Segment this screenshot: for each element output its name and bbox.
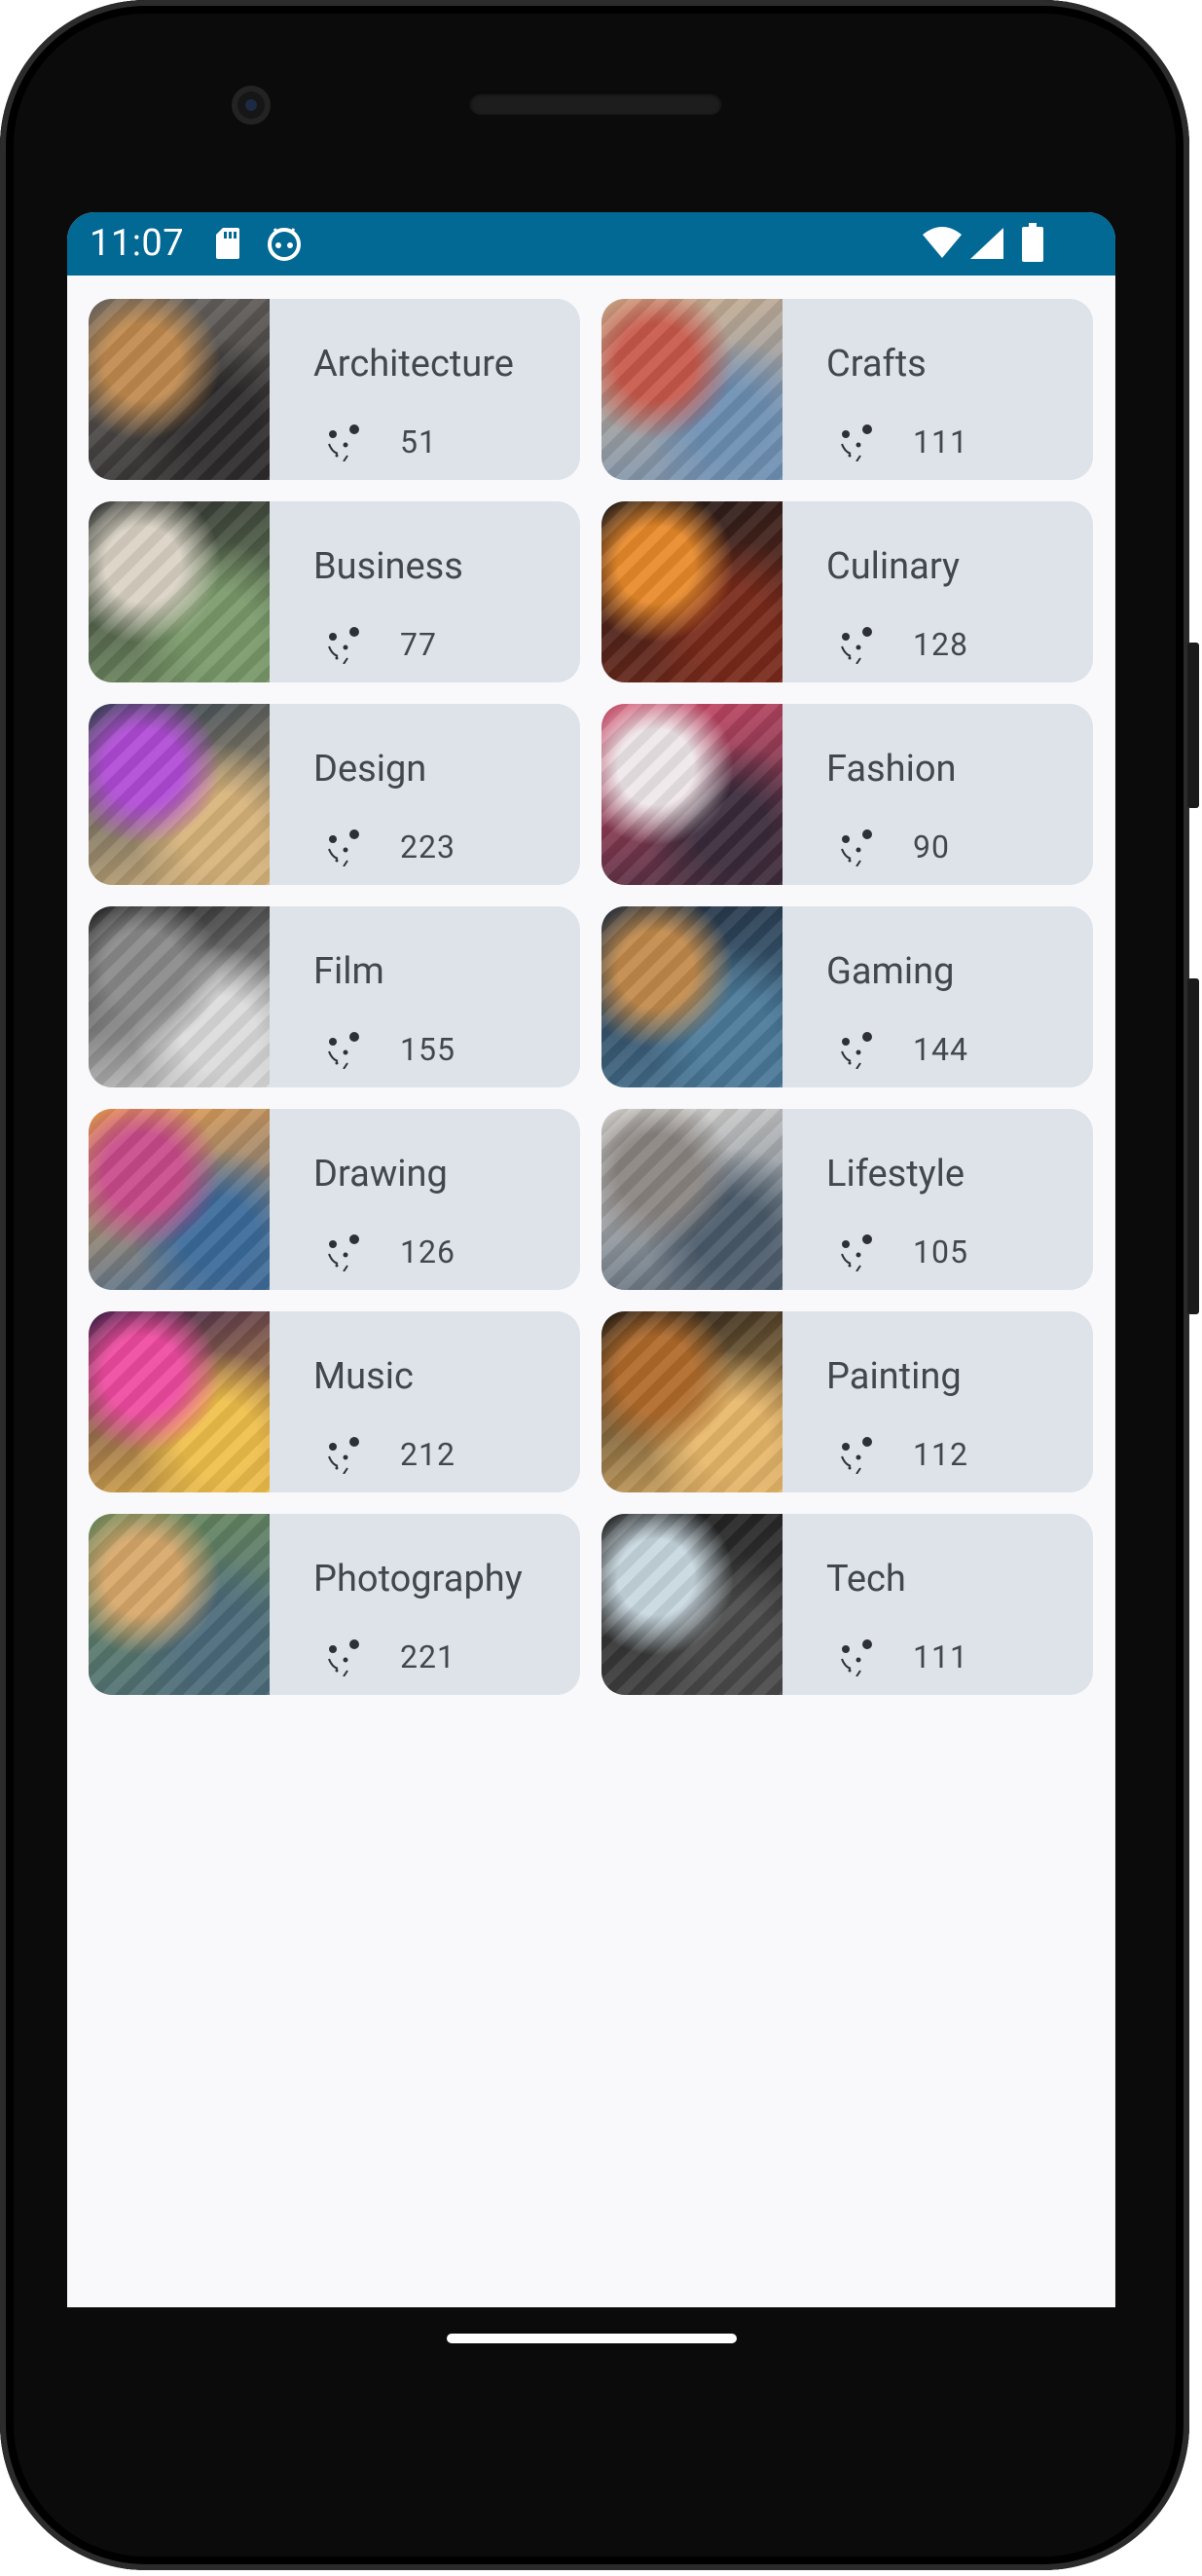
front-camera	[232, 86, 271, 125]
category-card-business[interactable]: Business 77	[89, 501, 580, 682]
category-title: Architecture	[313, 343, 514, 386]
category-title: Film	[313, 950, 384, 993]
category-title: Crafts	[826, 343, 927, 386]
category-card-drawing[interactable]: Drawing 126	[89, 1109, 580, 1290]
sparkles-icon	[841, 829, 872, 866]
category-thumbnail	[89, 1311, 270, 1492]
category-count: 128	[913, 626, 968, 663]
screen: 11:07 Architecture 51 Crafts 111 Business 77 C…	[67, 212, 1115, 2307]
category-thumbnail	[601, 299, 783, 480]
sparkles-icon	[841, 627, 872, 664]
category-count: 90	[913, 828, 950, 865]
category-count: 111	[913, 1638, 968, 1675]
category-thumbnail	[89, 1109, 270, 1290]
category-title: Gaming	[826, 950, 955, 993]
category-thumbnail	[601, 704, 783, 885]
sparkles-icon	[841, 1437, 872, 1474]
earpiece-speaker	[469, 92, 722, 115]
sparkles-icon	[841, 1639, 872, 1676]
category-thumbnail	[89, 1514, 270, 1695]
sparkles-icon	[328, 1639, 359, 1676]
category-title: Tech	[826, 1558, 906, 1601]
category-card-lifestyle[interactable]: Lifestyle 105	[601, 1109, 1093, 1290]
category-thumbnail	[601, 501, 783, 682]
sparkles-icon	[328, 424, 359, 461]
category-count: 212	[400, 1436, 455, 1473]
category-title: Painting	[826, 1355, 962, 1398]
category-grid: Architecture 51 Crafts 111 Business 77 Culinar…	[67, 212, 1115, 1965]
home-gesture-bar[interactable]	[447, 2334, 737, 2343]
power-button	[1187, 978, 1199, 1314]
category-thumbnail	[89, 704, 270, 885]
category-title: Fashion	[826, 748, 957, 791]
category-title: Drawing	[313, 1153, 448, 1196]
category-count: 111	[913, 423, 968, 460]
category-title: Business	[313, 545, 463, 588]
category-card-tech[interactable]: Tech 111	[601, 1514, 1093, 1695]
sparkles-icon	[841, 424, 872, 461]
category-card-gaming[interactable]: Gaming 144	[601, 906, 1093, 1087]
category-count: 51	[400, 423, 437, 460]
sparkles-icon	[328, 627, 359, 664]
category-title: Music	[313, 1355, 414, 1398]
category-card-culinary[interactable]: Culinary 128	[601, 501, 1093, 682]
category-count: 144	[913, 1031, 968, 1068]
volume-button	[1187, 643, 1199, 808]
category-card-painting[interactable]: Painting 112	[601, 1311, 1093, 1492]
category-title: Photography	[313, 1558, 523, 1601]
sparkles-icon	[841, 1234, 872, 1271]
category-count: 77	[400, 626, 437, 663]
category-count: 221	[400, 1638, 455, 1675]
category-count: 223	[400, 828, 455, 865]
category-thumbnail	[89, 501, 270, 682]
category-card-fashion[interactable]: Fashion 90	[601, 704, 1093, 885]
category-card-film[interactable]: Film 155	[89, 906, 580, 1087]
category-title: Lifestyle	[826, 1153, 965, 1196]
category-thumbnail	[89, 299, 270, 480]
category-thumbnail	[601, 906, 783, 1087]
category-title: Culinary	[826, 545, 961, 588]
category-title: Design	[313, 748, 427, 791]
category-count: 112	[913, 1436, 968, 1473]
sparkles-icon	[328, 1032, 359, 1069]
sparkles-icon	[328, 829, 359, 866]
category-count: 155	[400, 1031, 455, 1068]
category-card-crafts[interactable]: Crafts 111	[601, 299, 1093, 480]
category-thumbnail	[601, 1514, 783, 1695]
category-card-architecture[interactable]: Architecture 51	[89, 299, 580, 480]
sparkles-icon	[328, 1234, 359, 1271]
category-thumbnail	[89, 906, 270, 1087]
sparkles-icon	[841, 1032, 872, 1069]
category-card-photography[interactable]: Photography 221	[89, 1514, 580, 1695]
sparkles-icon	[328, 1437, 359, 1474]
category-thumbnail	[601, 1311, 783, 1492]
category-card-music[interactable]: Music 212	[89, 1311, 580, 1492]
category-count: 105	[913, 1233, 968, 1270]
category-count: 126	[400, 1233, 455, 1270]
category-card-design[interactable]: Design 223	[89, 704, 580, 885]
category-thumbnail	[601, 1109, 783, 1290]
